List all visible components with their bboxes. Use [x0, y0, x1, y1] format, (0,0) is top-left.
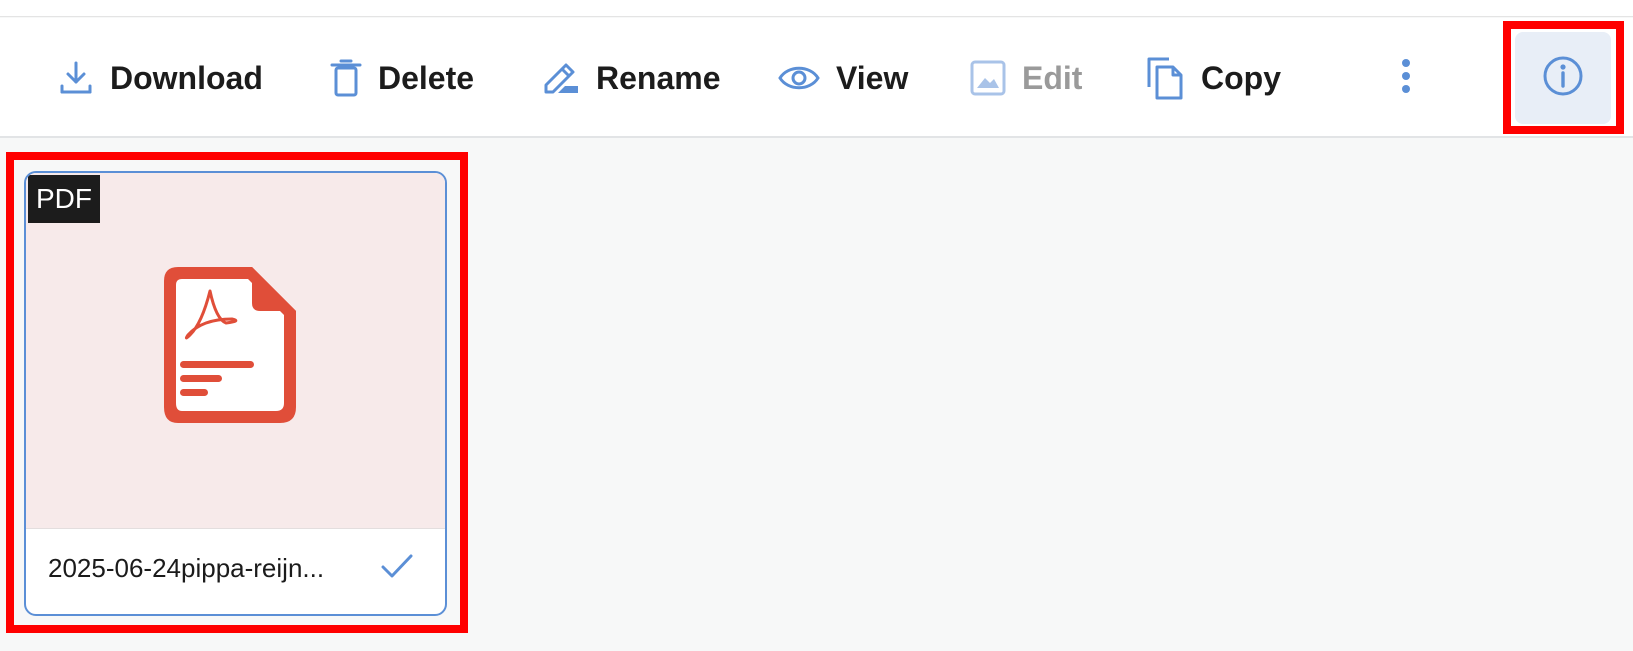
file-card[interactable]: PDF 2025-06-24pippa-reijn... [24, 171, 447, 616]
copy-button[interactable]: Copy [1145, 18, 1281, 138]
image-edit-icon [970, 60, 1006, 96]
rename-pen-icon [542, 60, 580, 96]
download-button[interactable]: Download [58, 18, 263, 138]
info-icon [1542, 55, 1584, 102]
copy-icon [1145, 55, 1185, 101]
delete-button[interactable]: Delete [330, 18, 474, 138]
copy-label: Copy [1201, 59, 1281, 96]
more-options-button[interactable] [1386, 18, 1426, 138]
more-vertical-icon [1400, 58, 1412, 99]
edit-label: Edit [1022, 59, 1083, 96]
view-label: View [836, 59, 909, 96]
check-icon[interactable] [380, 551, 414, 586]
file-type-badge: PDF [28, 175, 100, 223]
rename-label: Rename [596, 59, 721, 96]
download-label: Download [110, 59, 263, 96]
rename-button[interactable]: Rename [542, 18, 721, 138]
download-icon [58, 60, 94, 96]
top-strip [0, 0, 1633, 17]
view-button[interactable]: View [778, 18, 908, 138]
edit-button[interactable]: Edit [970, 18, 1082, 138]
pdf-file-icon [162, 265, 298, 430]
file-thumbnail: PDF [26, 173, 445, 529]
delete-label: Delete [378, 59, 475, 96]
file-name: 2025-06-24pippa-reijn... [48, 553, 325, 583]
trash-icon [330, 59, 362, 97]
eye-icon [778, 63, 820, 93]
details-info-button[interactable] [1515, 32, 1611, 124]
